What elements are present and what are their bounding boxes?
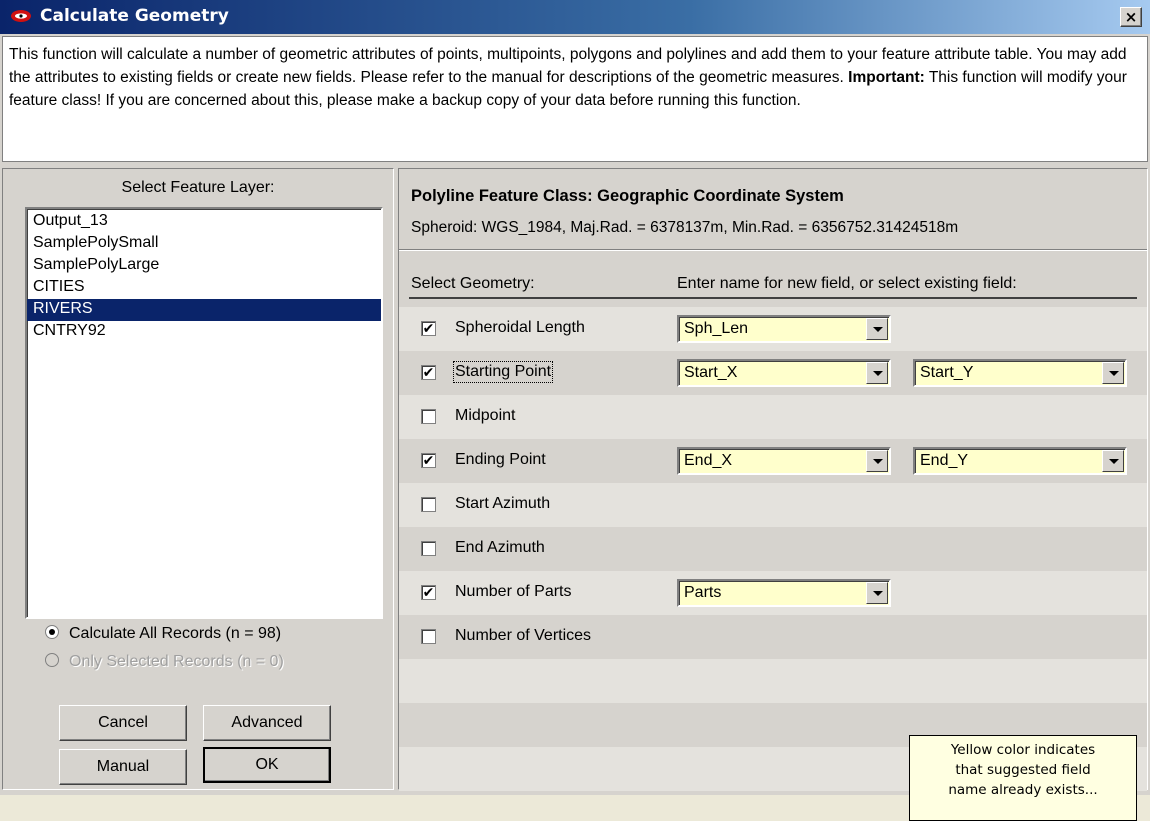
left-panel: Select Feature Layer: Output_13 SamplePo… [2,168,394,790]
radio-unchecked-icon [45,653,59,667]
ending-point-checkbox[interactable]: ✔ [421,453,436,468]
combo-value: Sph_Len [684,320,749,337]
combo-value: Start_Y [920,364,974,381]
field-name-header: Enter name for new field, or select exis… [677,275,1017,292]
sph-len-field-combo[interactable]: Sph_Len [677,315,891,343]
description-text: This function will calculate a number of… [2,36,1148,162]
geometry-row-ending-point: ✔ Ending Point End_X End_Y [399,439,1147,483]
geometry-row-number-of-parts: ✔ Number of Parts Parts [399,571,1147,615]
end-x-field-combo[interactable]: End_X [677,447,891,475]
ok-button[interactable]: OK [203,747,331,783]
spheroidal-length-checkbox[interactable]: ✔ [421,321,436,336]
note-line: Yellow color indicates [950,742,1096,758]
layer-item[interactable]: Output_13 [27,211,381,233]
important-label: Important: [848,69,925,86]
end-azimuth-checkbox[interactable] [421,541,436,556]
start-y-field-combo[interactable]: Start_Y [913,359,1127,387]
geometry-row-number-of-vertices: Number of Vertices [399,615,1147,659]
number-of-vertices-label: Number of Vertices [455,627,592,644]
start-azimuth-label: Start Azimuth [455,495,551,512]
starting-point-label: Starting Point [452,361,554,383]
combo-value: End_Y [920,452,969,469]
spheroidal-length-label: Spheroidal Length [455,319,585,336]
dropdown-arrow-icon[interactable] [866,582,888,604]
radio-checked-icon [45,625,59,639]
right-panel: Polyline Feature Class: Geographic Coord… [398,168,1148,821]
feature-class-info: Polyline Feature Class: Geographic Coord… [399,169,1147,247]
dropdown-arrow-icon[interactable] [866,318,888,340]
calculate-geometry-dialog: Calculate Geometry × This function will … [0,0,1150,821]
end-y-field-combo[interactable]: End_Y [913,447,1127,475]
header-rule [409,297,1137,299]
geometry-row-start-azimuth: Start Azimuth [399,483,1147,527]
existing-field-note: Yellow color indicates that suggested fi… [909,735,1137,821]
geometry-row-spheroidal-length: ✔ Spheroidal Length Sph_Len [399,307,1147,351]
layer-item[interactable]: CNTRY92 [27,321,381,343]
title-bar[interactable]: Calculate Geometry × [0,0,1150,34]
combo-value: End_X [684,452,733,469]
note-line: that suggested field [955,762,1091,778]
combo-value: Start_X [684,364,738,381]
layer-item[interactable]: SamplePolySmall [27,233,381,255]
advanced-button[interactable]: Advanced [203,705,331,741]
number-of-parts-checkbox[interactable]: ✔ [421,585,436,600]
geometry-row-end-azimuth: End Azimuth [399,527,1147,571]
midpoint-label: Midpoint [455,407,516,424]
combo-value: Parts [684,584,722,601]
empty-row [399,659,1147,703]
feature-class-title: Polyline Feature Class: Geographic Coord… [411,187,844,205]
window-title: Calculate Geometry [40,6,229,26]
geometry-row-midpoint: Midpoint [399,395,1147,439]
geometry-row-starting-point: ✔ Starting Point Start_X Start_Y [399,351,1147,395]
select-geometry-header: Select Geometry: [411,275,535,292]
only-selected-records-label: Only Selected Records (n = 0) [69,653,284,670]
spheroid-info: Spheroid: WGS_1984, Maj.Rad. = 6378137m,… [411,219,959,236]
number-of-vertices-checkbox[interactable] [421,629,436,644]
cancel-button[interactable]: Cancel [59,705,187,741]
ending-point-label: Ending Point [455,451,546,468]
layer-item[interactable]: CITIES [27,277,381,299]
manual-button[interactable]: Manual [59,749,187,785]
calculate-all-records-radio[interactable]: Calculate All Records (n = 98) [45,625,281,649]
divider [399,249,1147,251]
midpoint-checkbox[interactable] [421,409,436,424]
calculate-all-records-label: Calculate All Records (n = 98) [69,625,282,642]
start-x-field-combo[interactable]: Start_X [677,359,891,387]
number-of-parts-label: Number of Parts [455,583,572,600]
red-eye-icon [11,10,31,22]
parts-field-combo[interactable]: Parts [677,579,891,607]
feature-layer-list[interactable]: Output_13 SamplePolySmall SamplePolyLarg… [25,207,383,619]
start-azimuth-checkbox[interactable] [421,497,436,512]
dropdown-arrow-icon[interactable] [866,450,888,472]
close-icon: × [1124,8,1138,26]
dropdown-arrow-icon[interactable] [866,362,888,384]
dropdown-arrow-icon[interactable] [1102,362,1124,384]
end-azimuth-label: End Azimuth [455,539,545,556]
layer-item-selected[interactable]: RIVERS [27,299,381,321]
only-selected-records-radio: Only Selected Records (n = 0) [45,653,284,677]
layer-item[interactable]: SamplePolyLarge [27,255,381,277]
dropdown-arrow-icon[interactable] [1102,450,1124,472]
close-button[interactable]: × [1120,7,1142,27]
note-line: name already exists... [948,782,1098,798]
starting-point-checkbox[interactable]: ✔ [421,365,436,380]
select-feature-layer-label: Select Feature Layer: [121,179,275,196]
